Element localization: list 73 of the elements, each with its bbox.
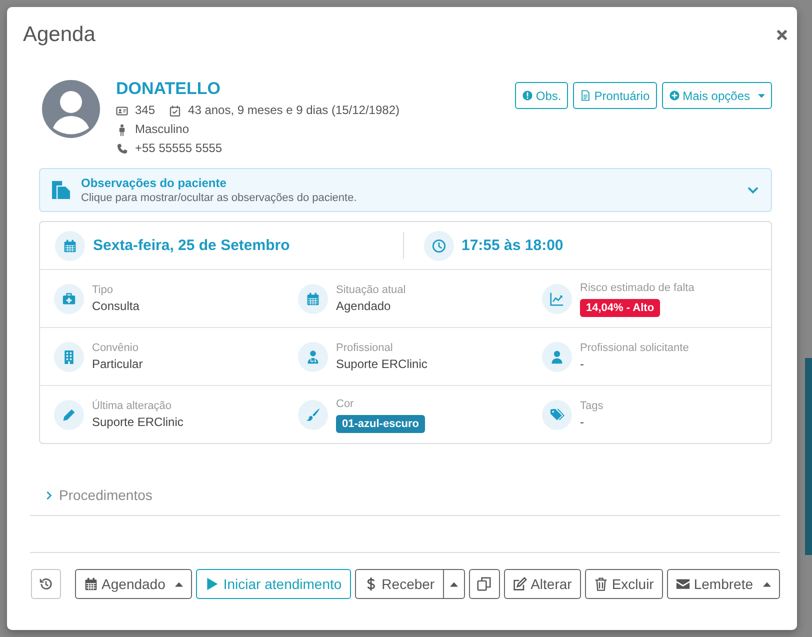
patient-record-number: 345	[135, 102, 156, 119]
risk-badge: 14,04% - Alto	[580, 298, 660, 316]
envelope-icon	[676, 577, 690, 591]
chevron-down-icon[interactable]	[747, 184, 759, 196]
start-service-button[interactable]: Iniciar atendimento	[196, 569, 351, 599]
calendar-icon	[298, 284, 328, 314]
medical-kit-icon	[54, 284, 84, 314]
field-value: Consulta	[92, 298, 140, 314]
notes-button[interactable]: Obs.	[514, 82, 568, 109]
tags-icon	[542, 400, 572, 430]
caret-up-icon	[175, 582, 184, 586]
documents-icon	[52, 181, 70, 199]
status-dropdown-button[interactable]: Agendado	[74, 569, 192, 599]
observations-hint: Clique para mostrar/ocultar as observações do paciente.	[81, 190, 357, 204]
close-icon[interactable]	[776, 29, 788, 41]
trash-icon	[594, 577, 608, 591]
appointment-time: 17:55 às 18:00	[462, 236, 564, 256]
play-icon	[205, 577, 220, 591]
field-label: Tags	[580, 398, 604, 414]
patient-name: DONATELLO	[116, 79, 221, 99]
line-chart-icon	[542, 284, 572, 314]
field-label: Convênio	[92, 340, 138, 356]
appointment-date: Sexta-feira, 25 de Setembro	[93, 236, 290, 256]
copy-icon	[477, 577, 492, 591]
receive-options-button[interactable]	[442, 569, 465, 599]
procedures-section-title[interactable]: Procedimentos	[59, 485, 152, 505]
pencil-icon	[54, 400, 84, 430]
reminder-button[interactable]: Lembrete	[666, 569, 780, 599]
field-label: Tipo	[92, 282, 113, 298]
field-label: Profissional	[336, 340, 393, 356]
history-button[interactable]	[31, 569, 61, 599]
patient-sex: Masculino	[135, 121, 190, 138]
phone-icon	[116, 142, 128, 154]
field-value: Particular	[92, 356, 143, 372]
observations-title: Observações do paciente	[81, 176, 228, 190]
building-icon	[54, 342, 84, 372]
chevron-right-icon[interactable]	[46, 490, 52, 500]
person-icon	[542, 342, 572, 372]
field-value: -	[580, 414, 584, 430]
field-label: Profissional solicitante	[580, 340, 689, 356]
dialog-title: Agenda	[23, 22, 96, 48]
history-icon	[39, 577, 53, 591]
field-value: Suporte ERClinic	[92, 414, 184, 430]
medical-record-button[interactable]: Prontuário	[573, 82, 657, 109]
field-value: Agendado	[336, 298, 391, 314]
avatar-icon	[42, 80, 100, 138]
color-tag: 01-azul-escuro	[336, 414, 426, 432]
edit-icon	[512, 577, 527, 591]
patient-age: 43 anos, 9 meses e 9 dias (15/12/1982)	[188, 102, 400, 119]
field-label: Cor	[336, 396, 354, 412]
field-value: -	[580, 356, 584, 372]
clock-icon	[424, 230, 454, 260]
caret-up-icon	[763, 582, 771, 586]
observations-panel[interactable]: Observações do paciente Clique para mostrar/ocultar as observações do paciente.	[39, 168, 772, 212]
more-options-button[interactable]: Mais opções	[662, 82, 772, 109]
field-value: Suporte ERClinic	[336, 356, 428, 372]
caret-down-icon	[758, 94, 765, 98]
calendar-icon	[84, 577, 98, 591]
receive-payment-button[interactable]: Receber	[354, 569, 444, 599]
delete-button[interactable]: Excluir	[584, 569, 663, 599]
calendar-icon	[55, 230, 85, 260]
caret-up-icon	[450, 582, 458, 586]
document-icon	[580, 90, 592, 101]
field-label: Última alteração	[92, 398, 172, 414]
id-card-icon	[116, 104, 128, 116]
paintbrush-icon	[298, 400, 328, 430]
field-label: Situação atual	[336, 282, 406, 298]
doctor-icon	[298, 342, 328, 372]
edit-button[interactable]: Alterar	[504, 569, 581, 599]
patient-phone: +55 55555 5555	[135, 140, 222, 157]
duplicate-button[interactable]	[468, 569, 500, 599]
calendar-check-icon	[169, 104, 182, 116]
field-label: Risco estimado de falta	[580, 280, 694, 296]
